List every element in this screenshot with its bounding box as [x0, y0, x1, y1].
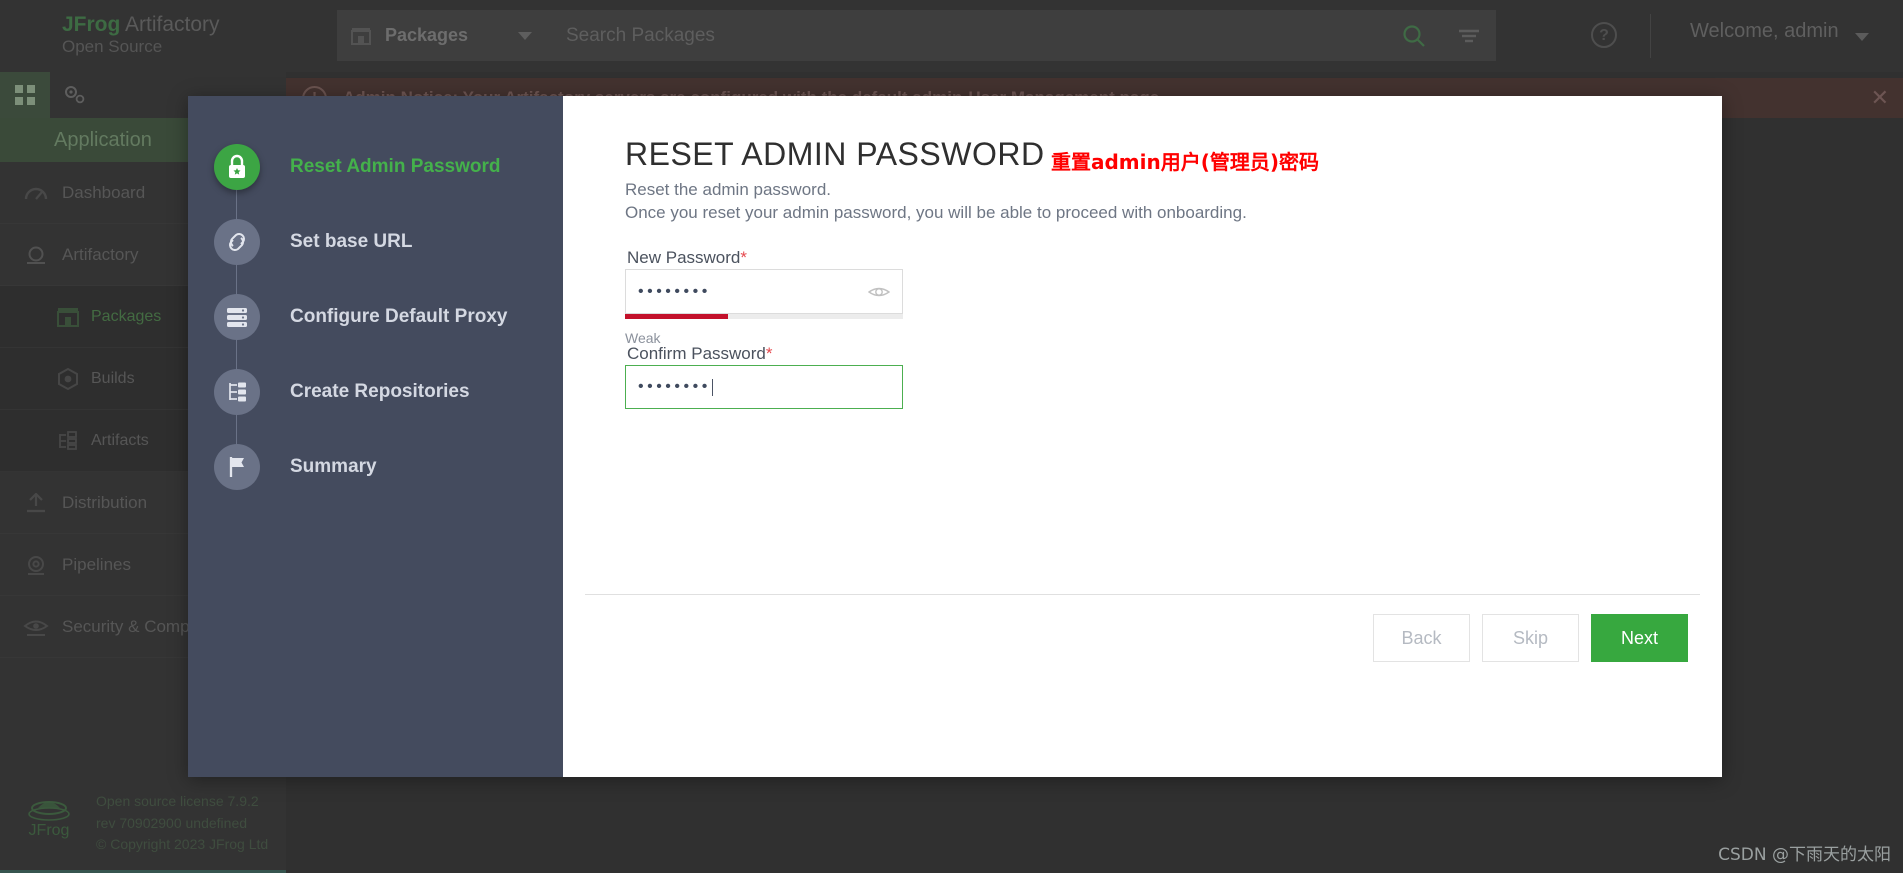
artifacts-tree-icon — [45, 430, 91, 451]
sidebar-item-label: Artifactory — [62, 244, 139, 264]
package-icon — [351, 27, 371, 45]
jfrog-logo-icon: JFrog — [26, 791, 72, 839]
builds-hex-icon — [45, 367, 91, 390]
footer-license-text: Open source license 7.9.2 rev 70902900 u… — [96, 791, 276, 856]
tab-applications[interactable] — [0, 72, 50, 118]
top-bar: JFrog Artifactory Open Source Packages S… — [0, 0, 1903, 72]
watermark: CSDN @下雨天的太阳 — [1718, 845, 1891, 865]
password-strength-fill — [625, 314, 728, 319]
brand-primary: JFrog — [62, 13, 121, 36]
chevron-down-icon — [518, 31, 532, 40]
footer-divider — [585, 594, 1700, 595]
brand-edition: Open Source — [62, 37, 163, 57]
password-strength-meter — [625, 314, 903, 319]
step-reset-admin-password[interactable]: Reset Admin Password — [188, 129, 563, 234]
close-icon[interactable]: ✕ — [1871, 87, 1889, 109]
packages-box-icon — [45, 307, 91, 327]
brand-secondary: Artifactory — [125, 13, 220, 36]
brand-title: JFrog Artifactory — [62, 13, 220, 37]
gears-icon — [65, 86, 85, 104]
distribution-upload-icon — [10, 492, 62, 513]
topbar-divider — [1650, 14, 1651, 58]
onboarding-modal: Reset Admin Password Set base URL Config… — [188, 96, 1722, 777]
step-label: Summary — [290, 455, 377, 477]
brand-logo[interactable]: JFrog Artifactory Open Source — [62, 13, 220, 57]
confirm-password-input[interactable]: •••••••• — [625, 365, 903, 409]
back-button[interactable]: Back — [1373, 614, 1470, 662]
new-password-label-text: New Password — [627, 248, 741, 267]
step-label: Reset Admin Password — [290, 155, 501, 177]
search-bar[interactable]: Search Packages — [546, 10, 1496, 61]
sidebar-item-label: Artifacts — [91, 431, 149, 449]
step-create-repositories[interactable]: Create Repositories — [188, 354, 563, 459]
footer-line-2: © Copyright 2023 JFrog Ltd — [96, 836, 269, 853]
new-password-label: New Password* — [627, 248, 747, 268]
tab-administration[interactable] — [50, 72, 100, 118]
skip-button[interactable]: Skip — [1482, 614, 1579, 662]
screen-root: JFrog Artifactory Open Source Packages S… — [0, 0, 1903, 873]
sidebar-item-label: Dashboard — [62, 182, 146, 202]
modal-button-row: Back Skip Next — [1373, 614, 1688, 662]
server-icon — [214, 293, 260, 340]
package-type-selector[interactable]: Packages — [337, 10, 546, 61]
app-footer: JFrog Open source license 7.9.2 rev 7090… — [0, 773, 286, 873]
confirm-password-label: Confirm Password* — [627, 344, 773, 364]
new-password-input[interactable]: •••••••• — [625, 269, 903, 314]
chevron-down-icon[interactable] — [1855, 33, 1869, 41]
panel-description: Reset the admin password. Once you reset… — [625, 179, 1525, 225]
required-mark: * — [765, 344, 773, 363]
flag-icon — [214, 443, 260, 490]
lock-icon — [214, 143, 260, 190]
svg-text:JFrog: JFrog — [29, 822, 70, 839]
sidebar-item-label: Pipelines — [62, 554, 131, 574]
dashboard-gauge-icon — [10, 184, 62, 202]
step-label: Set base URL — [290, 230, 413, 252]
step-set-base-url[interactable]: Set base URL — [188, 204, 563, 309]
repository-tree-icon — [214, 368, 260, 415]
footer-line-1: Open source license 7.9.2 rev 70902900 u… — [96, 793, 259, 831]
sidebar-item-label: Packages — [91, 307, 162, 325]
help-circle-icon[interactable]: ? — [1591, 22, 1617, 48]
link-icon — [214, 218, 260, 265]
eye-security-icon — [10, 617, 62, 637]
user-menu-label[interactable]: Welcome, admin — [1690, 20, 1839, 43]
eye-icon[interactable] — [868, 285, 890, 299]
step-configure-default-proxy[interactable]: Configure Default Proxy — [188, 279, 563, 384]
text-cursor — [711, 378, 713, 396]
step-label: Configure Default Proxy — [290, 305, 508, 327]
description-line-1: Reset the admin password. — [625, 180, 831, 199]
sidebar-item-label: Builds — [91, 369, 135, 387]
search-icon[interactable] — [1386, 23, 1441, 49]
artifactory-icon — [10, 245, 62, 265]
next-button[interactable]: Next — [1591, 614, 1688, 662]
step-summary[interactable]: Summary — [188, 429, 563, 504]
confirm-password-value: •••••••• — [638, 378, 711, 395]
search-input[interactable]: Search Packages — [546, 25, 1386, 47]
translation-annotation: 重置admin用户(管理员)密码 — [1051, 150, 1320, 174]
new-password-value: •••••••• — [638, 282, 711, 300]
pipelines-gear-icon — [10, 554, 62, 576]
package-selector-label: Packages — [385, 25, 469, 45]
step-label: Create Repositories — [290, 380, 470, 402]
required-mark: * — [740, 248, 747, 267]
grid-apps-icon — [15, 85, 35, 105]
onboarding-panel: RESET ADMIN PASSWORD 重置admin用户(管理员)密码 Re… — [563, 96, 1722, 777]
description-line-2: Once you reset your admin password, you … — [625, 202, 1247, 222]
page-title: RESET ADMIN PASSWORD — [625, 136, 1045, 172]
onboarding-stepper: Reset Admin Password Set base URL Config… — [188, 96, 563, 777]
sidebar-item-label: Distribution — [62, 492, 148, 512]
confirm-password-label-text: Confirm Password — [627, 344, 766, 363]
filter-icon[interactable] — [1441, 28, 1496, 44]
